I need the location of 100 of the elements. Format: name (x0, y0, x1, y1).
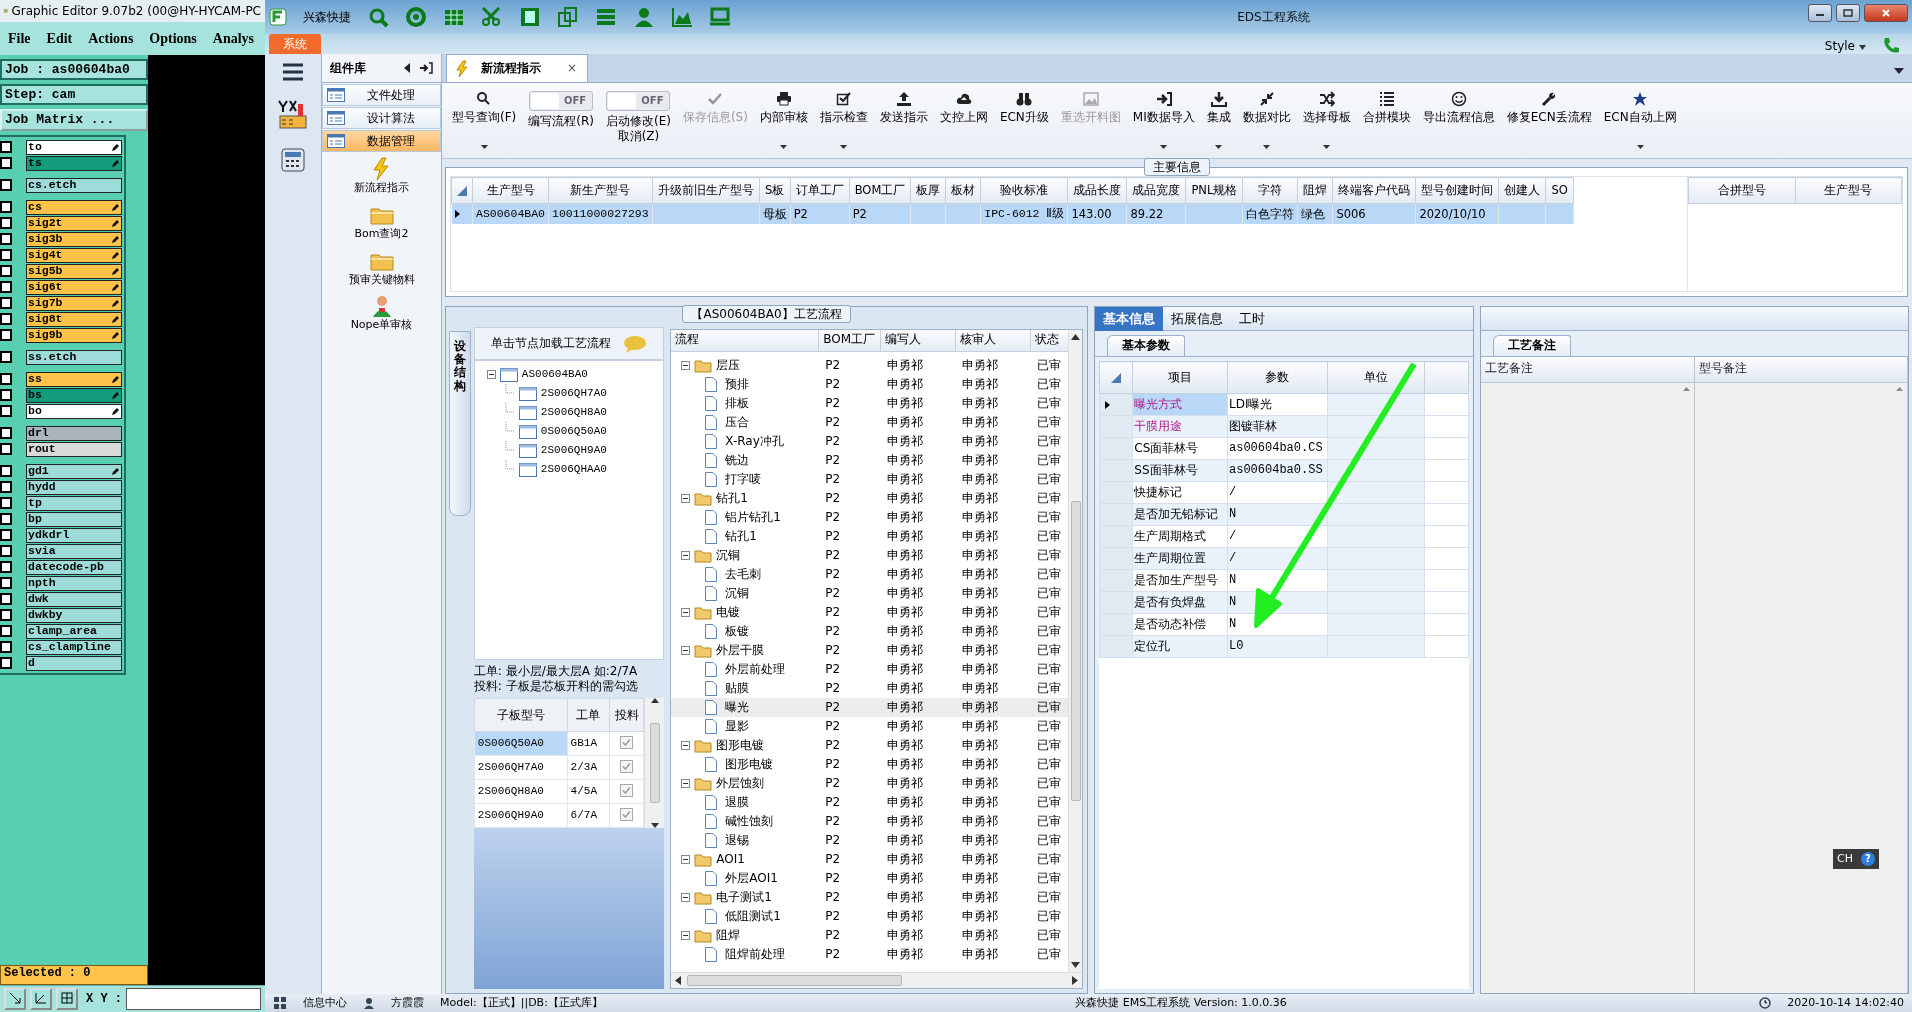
toggle-switch[interactable]: OFF (529, 91, 594, 111)
minimize-button[interactable] (1808, 4, 1832, 22)
column-header[interactable]: SO (1545, 177, 1574, 204)
layer-cell[interactable]: ss.etch (26, 349, 122, 365)
layer-cell[interactable]: dwk (26, 591, 122, 607)
layer-cell[interactable]: rout (26, 441, 122, 457)
expander-icon[interactable] (681, 361, 691, 370)
tree-row[interactable]: 铣边 P2 申勇祁 申勇祁 已审 (671, 451, 1069, 470)
column-header[interactable]: 参数 (1227, 361, 1328, 394)
toolbar-button[interactable]: 指示检查 (813, 87, 874, 157)
pin-icon[interactable] (419, 62, 433, 74)
factory-icon[interactable] (276, 98, 310, 130)
layer-checkbox[interactable] (0, 373, 12, 385)
tree-node[interactable]: 2S006QH8A0 (540, 405, 607, 420)
tree-row[interactable]: 外层前处理 P2 申勇祁 申勇祁 已审 (671, 660, 1069, 679)
expander-icon[interactable] (681, 931, 691, 940)
toolbar-button[interactable]: 型号查询(F) (446, 87, 523, 157)
column-header[interactable]: 升级前旧生产型号 (652, 177, 760, 204)
layer-checkbox[interactable] (0, 641, 12, 653)
xy-field[interactable] (126, 988, 261, 1010)
column-header[interactable]: 新生产型号 (548, 177, 653, 204)
column-header[interactable]: 订单工厂 (790, 177, 850, 204)
person-icon[interactable] (633, 6, 655, 28)
layer-checkbox[interactable] (0, 297, 12, 309)
tree-row[interactable]: 压合 P2 申勇祁 申勇祁 已审 (671, 413, 1069, 432)
layer-cell[interactable]: to (26, 139, 122, 155)
tree-node[interactable]: 2S006QHAA0 (540, 462, 607, 477)
expander-icon[interactable] (681, 741, 691, 750)
column-header[interactable]: 创建人 (1498, 177, 1546, 204)
layer-cell[interactable]: ts (26, 155, 122, 171)
tree-row[interactable]: 沉铜 P2 申勇祁 申勇祁 已审 (671, 584, 1069, 603)
tree-row[interactable]: AOI1 P2 申勇祁 申勇祁 已审 (671, 850, 1069, 869)
column-header[interactable]: 编写人 (881, 330, 957, 351)
table-cell[interactable]: 2S006QH8A0 (474, 779, 568, 804)
layer-checkbox[interactable] (0, 233, 12, 245)
list-icon[interactable] (595, 6, 617, 28)
layer-cell[interactable]: dwkby (26, 607, 122, 623)
zoom-button[interactable] (4, 988, 26, 1010)
toolbar-button[interactable]: 导出流程信息 (1416, 87, 1501, 157)
toolbar-button[interactable]: ECN升级 (993, 87, 1055, 157)
menu-item[interactable]: File (8, 29, 31, 48)
tree-row[interactable]: 预排 P2 申勇祁 申勇祁 已审 (671, 375, 1069, 394)
column-header[interactable]: 生产型号 (1795, 177, 1902, 204)
layer-checkbox[interactable] (0, 609, 12, 621)
menu-item[interactable]: Edit (46, 29, 73, 48)
column-header[interactable]: 字符 (1242, 177, 1298, 204)
layer-checkbox[interactable] (0, 313, 12, 325)
layer-checkbox[interactable] (0, 561, 12, 573)
tab[interactable]: 拓展信息 (1163, 307, 1231, 331)
scrollbar[interactable] (671, 972, 1082, 988)
table-cell[interactable]: 2S006QH9A0 (474, 803, 568, 828)
sub-tab[interactable]: 工艺备注 (1493, 335, 1571, 356)
document-tab[interactable]: 新流程指示 × (446, 54, 589, 82)
layer-checkbox[interactable] (0, 265, 12, 277)
layer-cell[interactable]: bo (26, 403, 122, 419)
tree-node[interactable]: 2S006QH9A0 (540, 443, 607, 458)
close-button[interactable]: × (565, 61, 580, 76)
menu-item[interactable]: Options (149, 29, 197, 48)
toolbar-button[interactable]: 文控上网 (933, 87, 994, 157)
expander-icon[interactable] (681, 855, 691, 864)
checkbox[interactable] (620, 736, 634, 750)
layer-checkbox[interactable] (0, 427, 12, 439)
layer-cell[interactable]: ss (26, 371, 122, 387)
layer-cell[interactable]: clamp_area (26, 623, 122, 639)
checkbox[interactable] (620, 808, 634, 822)
layer-cell[interactable]: sig4t (26, 247, 122, 263)
tree-row[interactable]: 退膜 P2 申勇祁 申勇祁 已审 (671, 793, 1069, 812)
tree-node[interactable]: AS00604BA0 (521, 367, 588, 382)
column-header[interactable]: 板材 (945, 177, 981, 204)
toggle-switch[interactable]: OFF (606, 91, 671, 111)
tree-row[interactable]: 钻孔1 P2 申勇祁 申勇祁 已审 (671, 489, 1069, 508)
lifebuoy-icon[interactable] (405, 6, 427, 28)
tree-row[interactable]: 显影 P2 申勇祁 申勇祁 已审 (671, 717, 1069, 736)
column-header[interactable]: 投料 (609, 698, 644, 732)
column-header[interactable]: 型号备注 (1694, 357, 1907, 383)
tree-row[interactable]: 沉铜 P2 申勇祁 申勇祁 已审 (671, 546, 1069, 565)
layer-cell[interactable]: svia (26, 543, 122, 559)
column-header[interactable]: 合拼型号 (1688, 177, 1795, 204)
toolbar-button[interactable]: 合拼模块 (1356, 87, 1417, 157)
column-header[interactable]: 单位 (1327, 361, 1425, 394)
chart-icon[interactable] (671, 6, 693, 28)
tree-row[interactable]: 贴膜 P2 申勇祁 申勇祁 已审 (671, 679, 1069, 698)
measure-button[interactable] (30, 988, 52, 1010)
maximize-button[interactable] (1836, 4, 1860, 22)
layer-checkbox[interactable] (0, 443, 12, 455)
expander-icon[interactable] (681, 551, 691, 560)
copy-icon[interactable] (557, 6, 579, 28)
layer-cell[interactable]: bs (26, 387, 122, 403)
layer-cell[interactable]: sig9b (26, 327, 122, 343)
layer-checkbox[interactable] (0, 593, 12, 605)
expander-icon[interactable] (681, 893, 691, 902)
tree-row[interactable]: X-Ray冲孔 P2 申勇祁 申勇祁 已审 (671, 432, 1069, 451)
toolbar-button[interactable]: 选择母板 (1296, 87, 1357, 157)
column-header[interactable]: PNL规格 (1185, 177, 1243, 204)
column-header[interactable]: BOM工厂 (819, 330, 882, 351)
caret-icon[interactable] (1894, 68, 1904, 74)
nav-item[interactable]: 设计算法 (322, 107, 441, 129)
launcher-button[interactable]: Bom查询2 (322, 198, 441, 245)
tree-row[interactable]: 阻焊前处理 P2 申勇祁 申勇祁 已审 (671, 945, 1069, 964)
job-matrix-button[interactable]: Job Matrix ... (0, 109, 148, 131)
